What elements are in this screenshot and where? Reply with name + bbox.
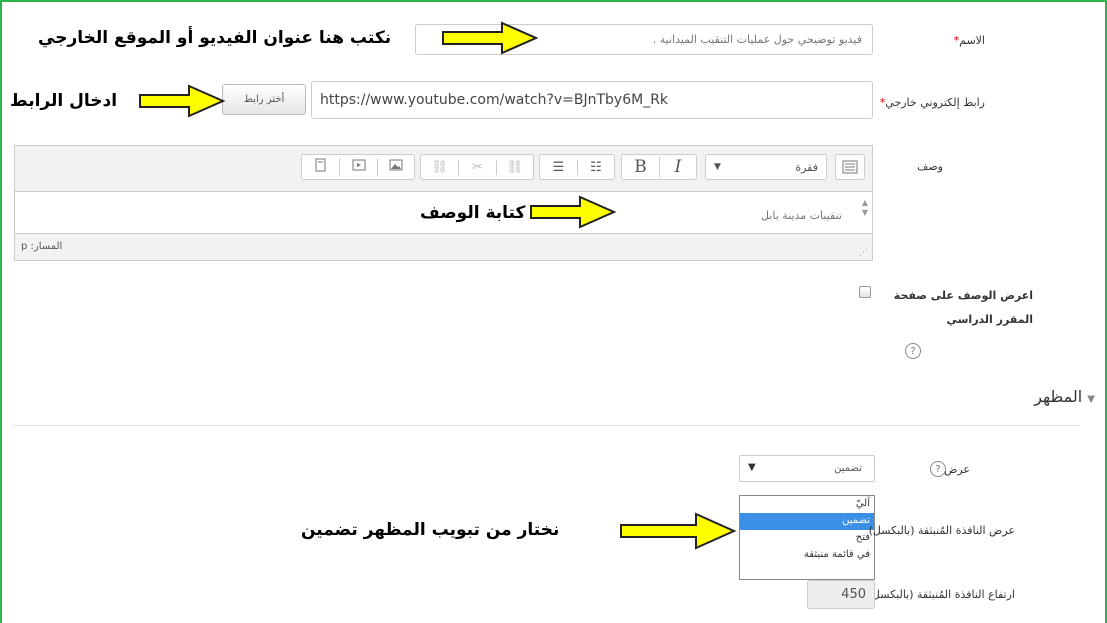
media-icon[interactable] [339,158,376,176]
display-select[interactable]: ▼ تضمين [739,455,875,482]
image-icon[interactable] [376,158,414,176]
section-divider [14,425,1080,426]
display-label: عرض [944,463,970,476]
appearance-section-header[interactable]: ▼ المظهر [1034,387,1095,406]
link-disabled-icon[interactable]: ⛓ [495,159,533,175]
annotation-link: ادخال الرابط [10,91,118,111]
text-style-group: B I [621,154,697,180]
bold-icon[interactable]: B [622,157,659,177]
description-label: وصف [916,160,943,173]
bullet-list-icon[interactable]: ☰ [540,160,577,175]
name-input-value: فيديو توضيحي حول عمليات التنقيب الميداني… [652,33,862,46]
resize-handle-icon[interactable]: ⋰ [859,248,868,258]
option-popup[interactable]: في قائمة منبثقة [740,547,874,564]
collapse-triangle-icon: ▼ [1087,394,1095,405]
arrow-icon-description [530,195,617,229]
italic-icon[interactable]: I [658,157,696,177]
format-select-value: فقرة [795,160,818,174]
popup-width-label: عرض النافذة المُنبثقة (بالبكسل) [868,524,1015,537]
option-embed[interactable]: تضمين [740,513,874,530]
display-options-dropdown: آليّ تضمين فتح في قائمة منبثقة [739,495,875,580]
editor-scrollbar[interactable]: ▲ ▼ [862,198,868,218]
annotation-description: كتابة الوصف [420,203,526,223]
arrow-icon-display [620,512,737,550]
popup-height-input[interactable]: 450 [807,580,875,609]
help-icon[interactable]: ? [905,343,921,359]
numbered-list-icon[interactable]: ☷ [576,159,614,175]
arrow-icon-link [139,84,226,118]
media-group [301,154,415,180]
name-label: الاسم* [953,34,985,47]
editor-text: تنقيبات مدينة بابل [760,209,842,222]
url-input-value: https://www.youtube.com/watch?v=BJnTby6M… [320,92,669,108]
manage-files-icon[interactable] [302,158,339,176]
chevron-down-icon: ▼ [714,162,721,172]
select-chevron-icon: ▼ [748,462,756,473]
appearance-section-title: المظهر [1034,387,1083,406]
choose-link-button[interactable]: أختر رابط [222,84,306,115]
show-description-checkbox[interactable] [859,286,871,298]
unlink-icon[interactable]: ✂ [458,159,495,175]
url-label: رابط إلكتروني خارجي* [879,96,985,109]
annotation-title: نكتب هنا عنوان الفيديو أو الموقع الخارجي [38,28,392,48]
popup-height-label: ارتفاع النافذة المُنبثقة (بالبكسل) [867,588,1015,601]
option-open[interactable]: فتح [740,530,874,547]
display-help-icon[interactable]: ? [930,461,946,477]
show-description-label: اعرض الوصف على صفحة المقرر الدراسي [893,289,1033,326]
url-input[interactable]: https://www.youtube.com/watch?v=BJnTby6M… [311,81,873,119]
link-icon[interactable]: ⛓ [421,160,458,175]
paragraph-format-select[interactable]: ▼ فقرة [705,154,827,180]
link-group: ⛓ ✂ ⛓ [420,154,534,180]
editor-path: المسار: p [21,241,63,252]
display-select-value: تضمين [834,463,862,474]
list-group: ☰ ☷ [539,154,615,180]
toolbar-toggle-icon[interactable] [835,154,865,180]
arrow-icon-title [442,21,539,55]
annotation-display: نختار من تبويب المظهر تضمين [301,520,560,540]
option-auto[interactable]: آليّ [740,496,874,513]
popup-height-value: 450 [841,587,866,602]
